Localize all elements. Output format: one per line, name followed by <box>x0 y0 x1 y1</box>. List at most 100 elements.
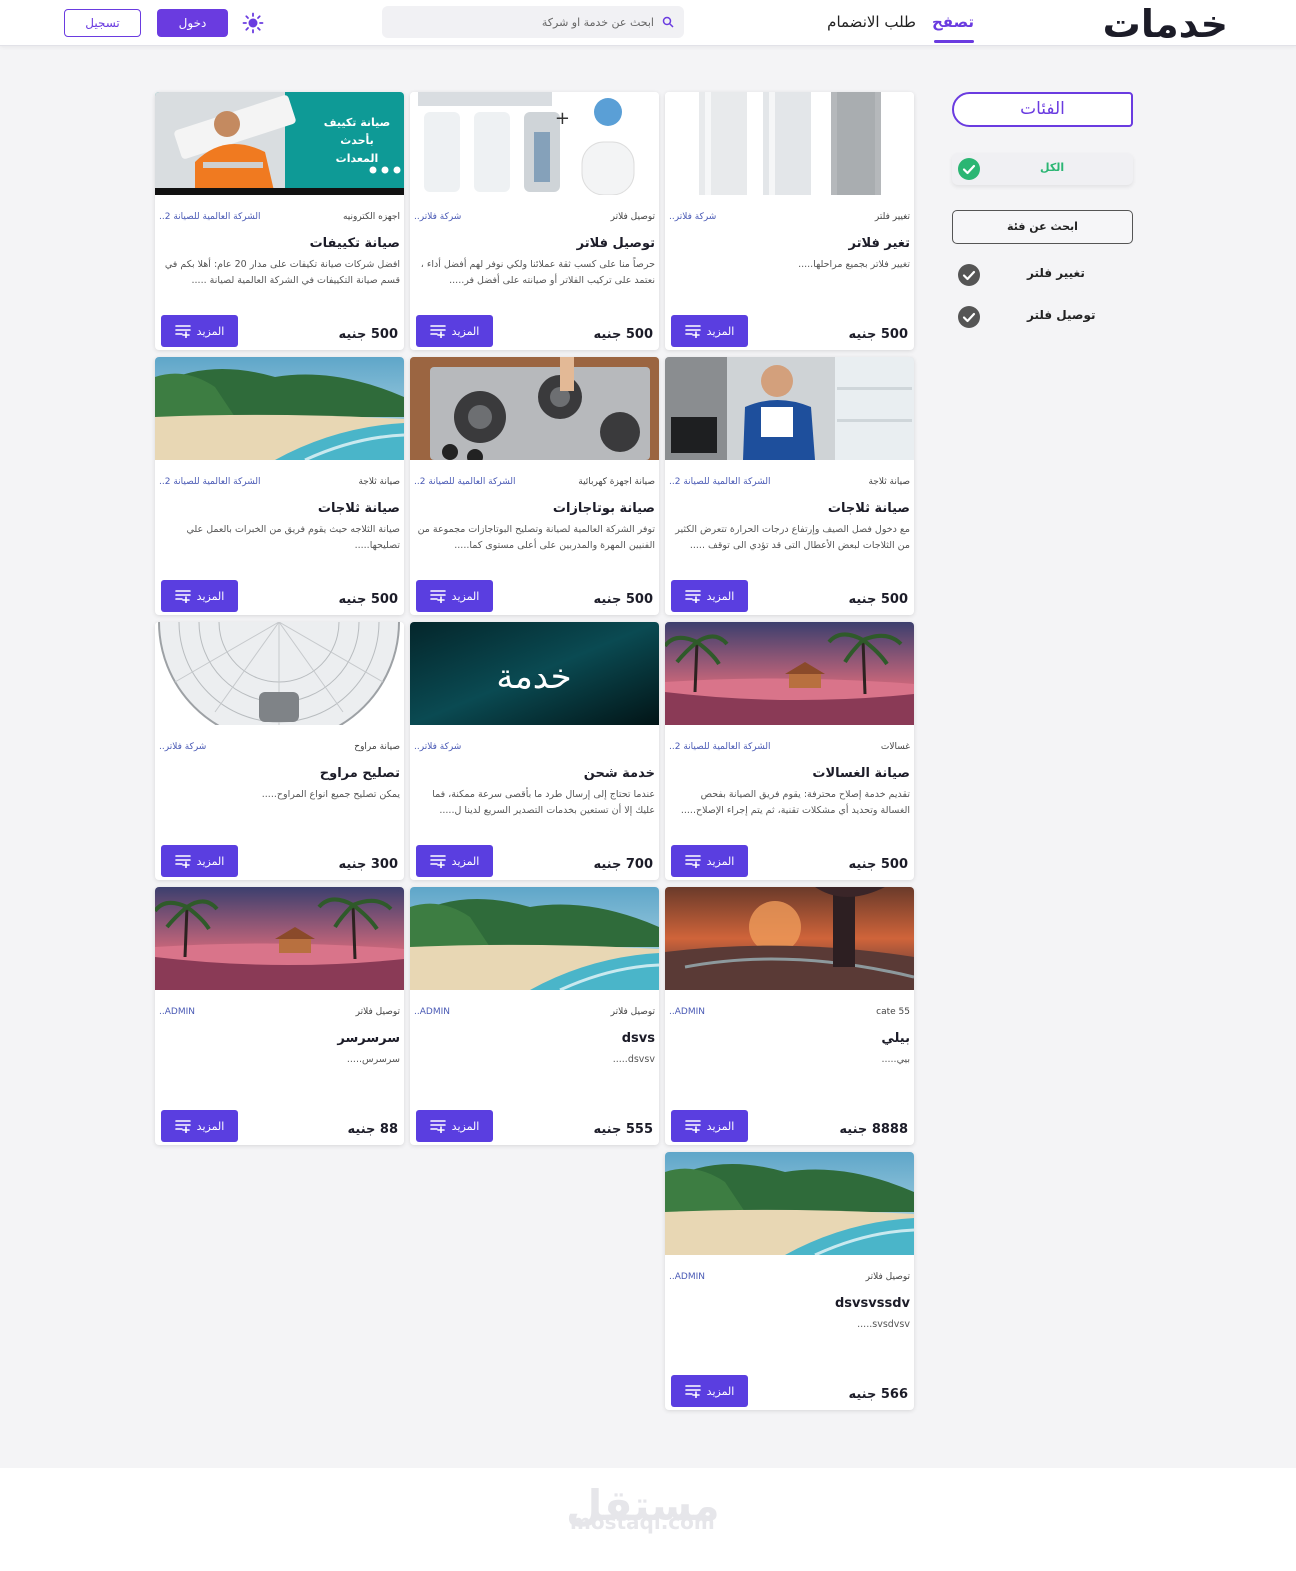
service-card[interactable]: صيانة تكييف بأحدث المعدات اجهزه الكترونيه ال… <box>155 92 404 350</box>
more-button[interactable]: المزيد <box>416 315 493 347</box>
service-card[interactable]: توصيل فلاتر ADMIN.. dsvs dsvsv..... 555 جنيه… <box>410 887 659 1145</box>
service-company[interactable]: ADMIN.. <box>669 1007 705 1017</box>
service-price: 500 جنيه <box>593 592 653 607</box>
more-button-label: المزيد <box>706 324 735 338</box>
more-button[interactable]: المزيد <box>416 845 493 877</box>
service-company[interactable]: شركة فلاتر.. <box>414 212 461 222</box>
service-card[interactable]: صيانة ثلاجة الشركة العالمية للصيانة 2.. صي… <box>665 357 914 615</box>
service-card[interactable]: + توصيل فلاتر شركة فلاتر.. توصيل فلاتر حرصاً… <box>410 92 659 350</box>
service-card[interactable]: صيانة مراوح شركة فلاتر.. تصليح مراوح يمكن ت… <box>155 622 404 880</box>
more-button[interactable]: المزيد <box>671 1375 748 1407</box>
service-card[interactable]: غسالات الشركة العالمية للصيانة 2.. صيانة ا… <box>665 622 914 880</box>
service-image <box>410 887 659 990</box>
service-description: بيي..... <box>881 1054 910 1065</box>
service-title[interactable]: تصليح مراوح <box>320 766 400 781</box>
service-image <box>665 357 914 460</box>
service-title[interactable]: صيانة الغسالات <box>812 766 910 781</box>
site-logo[interactable]: خدمات <box>1103 2 1228 46</box>
more-button[interactable]: المزيد <box>416 1110 493 1142</box>
service-company[interactable]: شركة فلاتر.. <box>669 212 716 222</box>
search-icon <box>662 16 674 28</box>
more-button[interactable]: المزيد <box>671 580 748 612</box>
service-company[interactable]: ADMIN.. <box>669 1272 705 1282</box>
login-button[interactable]: دخول <box>157 9 228 37</box>
service-title[interactable]: سرسرسر <box>337 1031 400 1046</box>
playlist-add-icon <box>685 324 701 338</box>
nav-active-indicator <box>934 40 974 43</box>
service-company[interactable]: الشركة العالمية للصيانة 2.. <box>159 477 261 487</box>
service-image: صيانة تكييف بأحدث المعدات <box>155 92 404 195</box>
service-price: 500 جنيه <box>848 327 908 342</box>
service-title[interactable]: صيانة تكييفات <box>310 236 400 251</box>
category-all-filter[interactable]: الكل <box>952 153 1133 185</box>
service-title[interactable]: dsvs <box>622 1031 655 1046</box>
service-card[interactable]: خدمة شركة فلاتر.. خدمة شحن عندما تحتاج إلى … <box>410 622 659 880</box>
more-button[interactable]: المزيد <box>416 580 493 612</box>
service-card[interactable]: صيانة اجهزة كهربائية الشركة العالمية للصي… <box>410 357 659 615</box>
more-button-label: المزيد <box>706 1384 735 1398</box>
service-company[interactable]: الشركة العالمية للصيانة 2.. <box>669 742 771 752</box>
more-button-label: المزيد <box>451 1119 480 1133</box>
sun-icon[interactable] <box>242 12 264 34</box>
service-title[interactable]: تغير فلاتر <box>849 236 911 251</box>
service-title[interactable]: صيانة بوتاجازات <box>553 501 655 516</box>
more-button-label: المزيد <box>706 589 735 603</box>
service-price: 500 جنيه <box>338 327 398 342</box>
more-button-label: المزيد <box>196 589 225 603</box>
more-button-label: المزيد <box>451 854 480 868</box>
service-card[interactable]: cate 55 ADMIN.. بيلي بيي..... 8888 جنيه المزي… <box>665 887 914 1145</box>
more-button[interactable]: المزيد <box>161 580 238 612</box>
more-button[interactable]: المزيد <box>161 1110 238 1142</box>
service-card[interactable]: توصيل فلاتر ADMIN.. سرسرسر سرسرس..... 88 جني… <box>155 887 404 1145</box>
service-title[interactable]: بيلي <box>881 1031 910 1046</box>
service-card[interactable]: توصيل فلاتر ADMIN.. dsvsvssdv svsdvsv..... 5… <box>665 1152 914 1410</box>
service-card[interactable]: تغيير فلتر شركة فلاتر.. تغير فلاتر تغيير فل… <box>665 92 914 350</box>
register-button[interactable]: تسجيل <box>64 9 141 37</box>
service-category: توصيل فلاتر <box>610 212 655 222</box>
categories-sidebar: الفئات الكل ابحث عن فئة تغيير فلتر توصيل… <box>952 92 1133 336</box>
service-company[interactable]: الشركة العالمية للصيانة 2.. <box>669 477 771 487</box>
category-item[interactable]: توصيل فلتر <box>952 294 1133 336</box>
more-button-label: المزيد <box>196 854 225 868</box>
service-company[interactable]: شركة فلاتر.. <box>414 742 461 752</box>
service-company[interactable]: ADMIN.. <box>414 1007 450 1017</box>
service-price: 500 جنيه <box>848 592 908 607</box>
service-title[interactable]: توصيل فلاتر <box>577 236 655 251</box>
service-description: توفر الشركة العالمية لصيانة وتصليح البوت… <box>417 524 655 551</box>
playlist-add-icon <box>685 1119 701 1133</box>
service-price: 555 جنيه <box>593 1122 653 1137</box>
more-button[interactable]: المزيد <box>671 1110 748 1142</box>
search-bar[interactable] <box>382 6 684 38</box>
service-company[interactable]: شركة فلاتر.. <box>159 742 206 752</box>
service-title[interactable]: dsvsvssdv <box>835 1296 910 1311</box>
service-description: svsdvsv..... <box>857 1319 910 1330</box>
check-circle-icon <box>958 264 980 286</box>
service-company[interactable]: الشركة العالمية للصيانة 2.. <box>159 212 261 222</box>
service-title[interactable]: صيانة ثلاجات <box>828 501 910 516</box>
service-title[interactable]: خدمة شحن <box>584 766 655 781</box>
more-button-label: المزيد <box>196 324 225 338</box>
svg-text:صيانة تكييف: صيانة تكييف <box>324 116 391 129</box>
service-card[interactable]: صيانة ثلاجة الشركة العالمية للصيانة 2.. صي… <box>155 357 404 615</box>
service-price: 300 جنيه <box>338 857 398 872</box>
service-image <box>665 92 914 195</box>
service-category: توصيل فلاتر <box>610 1007 655 1017</box>
more-button-label: المزيد <box>451 589 480 603</box>
service-company[interactable]: ADMIN.. <box>159 1007 195 1017</box>
search-category-button[interactable]: ابحث عن فئة <box>952 210 1133 244</box>
service-company[interactable]: الشركة العالمية للصيانة 2.. <box>414 477 516 487</box>
playlist-add-icon <box>685 1384 701 1398</box>
category-item[interactable]: تغيير فلتر <box>952 252 1133 294</box>
more-button[interactable]: المزيد <box>671 315 748 347</box>
service-title[interactable]: صيانة ثلاجات <box>318 501 400 516</box>
nav-browse-link[interactable]: تصفح <box>932 13 974 31</box>
more-button-label: المزيد <box>706 1119 735 1133</box>
more-button[interactable]: المزيد <box>161 845 238 877</box>
search-input[interactable] <box>414 15 654 29</box>
more-button[interactable]: المزيد <box>671 845 748 877</box>
service-description: سرسرس..... <box>346 1054 400 1065</box>
nav-join-request-link[interactable]: طلب الانضمام <box>827 13 916 31</box>
more-button[interactable]: المزيد <box>161 315 238 347</box>
more-button-label: المزيد <box>196 1119 225 1133</box>
service-price: 8888 جنيه <box>839 1122 908 1137</box>
